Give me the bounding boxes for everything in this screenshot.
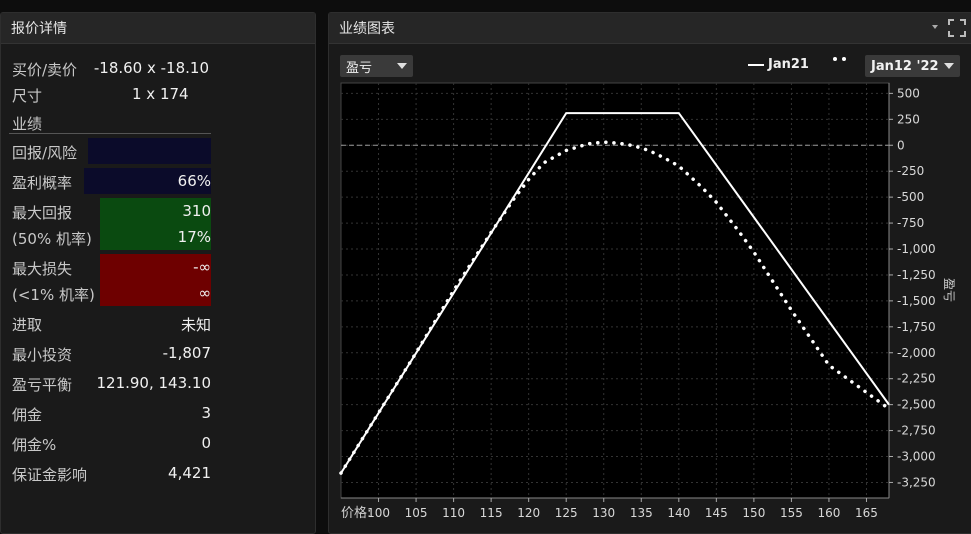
x-tick-label: 125 [555, 506, 578, 520]
x-tick-label: 115 [480, 506, 503, 520]
x-tick-label: 165 [855, 506, 878, 520]
y-tick-label: 500 [897, 86, 920, 100]
x-tick-label: 130 [592, 506, 615, 520]
y-tick-label: -1,000 [897, 242, 936, 256]
y-ticks: 500 250 0 -250 -500 -750 -1,000 -1,250 -1,500 -1,… [889, 86, 936, 489]
y-tick-label: -1,500 [897, 294, 936, 308]
y-tick-label: -1,250 [897, 268, 936, 282]
y-tick-label: -2,750 [897, 424, 936, 438]
x-tick-label: 140 [667, 506, 690, 520]
pnl-chart: 500 250 0 -250 -500 -750 -1,000 -1,250 -1,500 -1,… [339, 82, 956, 521]
y-tick-label: -2,500 [897, 398, 936, 412]
y-tick-label: 0 [897, 138, 905, 152]
y-tick-label: -2,250 [897, 372, 936, 386]
y-tick-label: -3,250 [897, 475, 936, 489]
y-tick-label: -2,000 [897, 346, 936, 360]
y-tick-label: -3,000 [897, 450, 936, 464]
x-tick-label: 110 [442, 506, 465, 520]
x-tick-label: 145 [705, 506, 728, 520]
y-tick-label: 250 [897, 112, 920, 126]
x-tick-label: 155 [780, 506, 803, 520]
y-tick-label: -250 [897, 164, 924, 178]
x-ticks: 100 105 110 115 120 125 130 135 140 145 150 155 160 1… [367, 498, 878, 520]
y-tick-label: -1,750 [897, 320, 936, 334]
x-axis-prefix: 价格: [341, 505, 371, 521]
x-tick-label: 150 [742, 506, 765, 520]
y-axis-label: 盈亏 [942, 278, 956, 302]
x-tick-label: 105 [405, 506, 428, 520]
y-tick-label: -750 [897, 216, 924, 230]
x-tick-label: 135 [630, 506, 653, 520]
y-tick-label: -500 [897, 190, 924, 204]
x-tick-label: 120 [517, 506, 540, 520]
x-tick-label: 160 [817, 506, 840, 520]
